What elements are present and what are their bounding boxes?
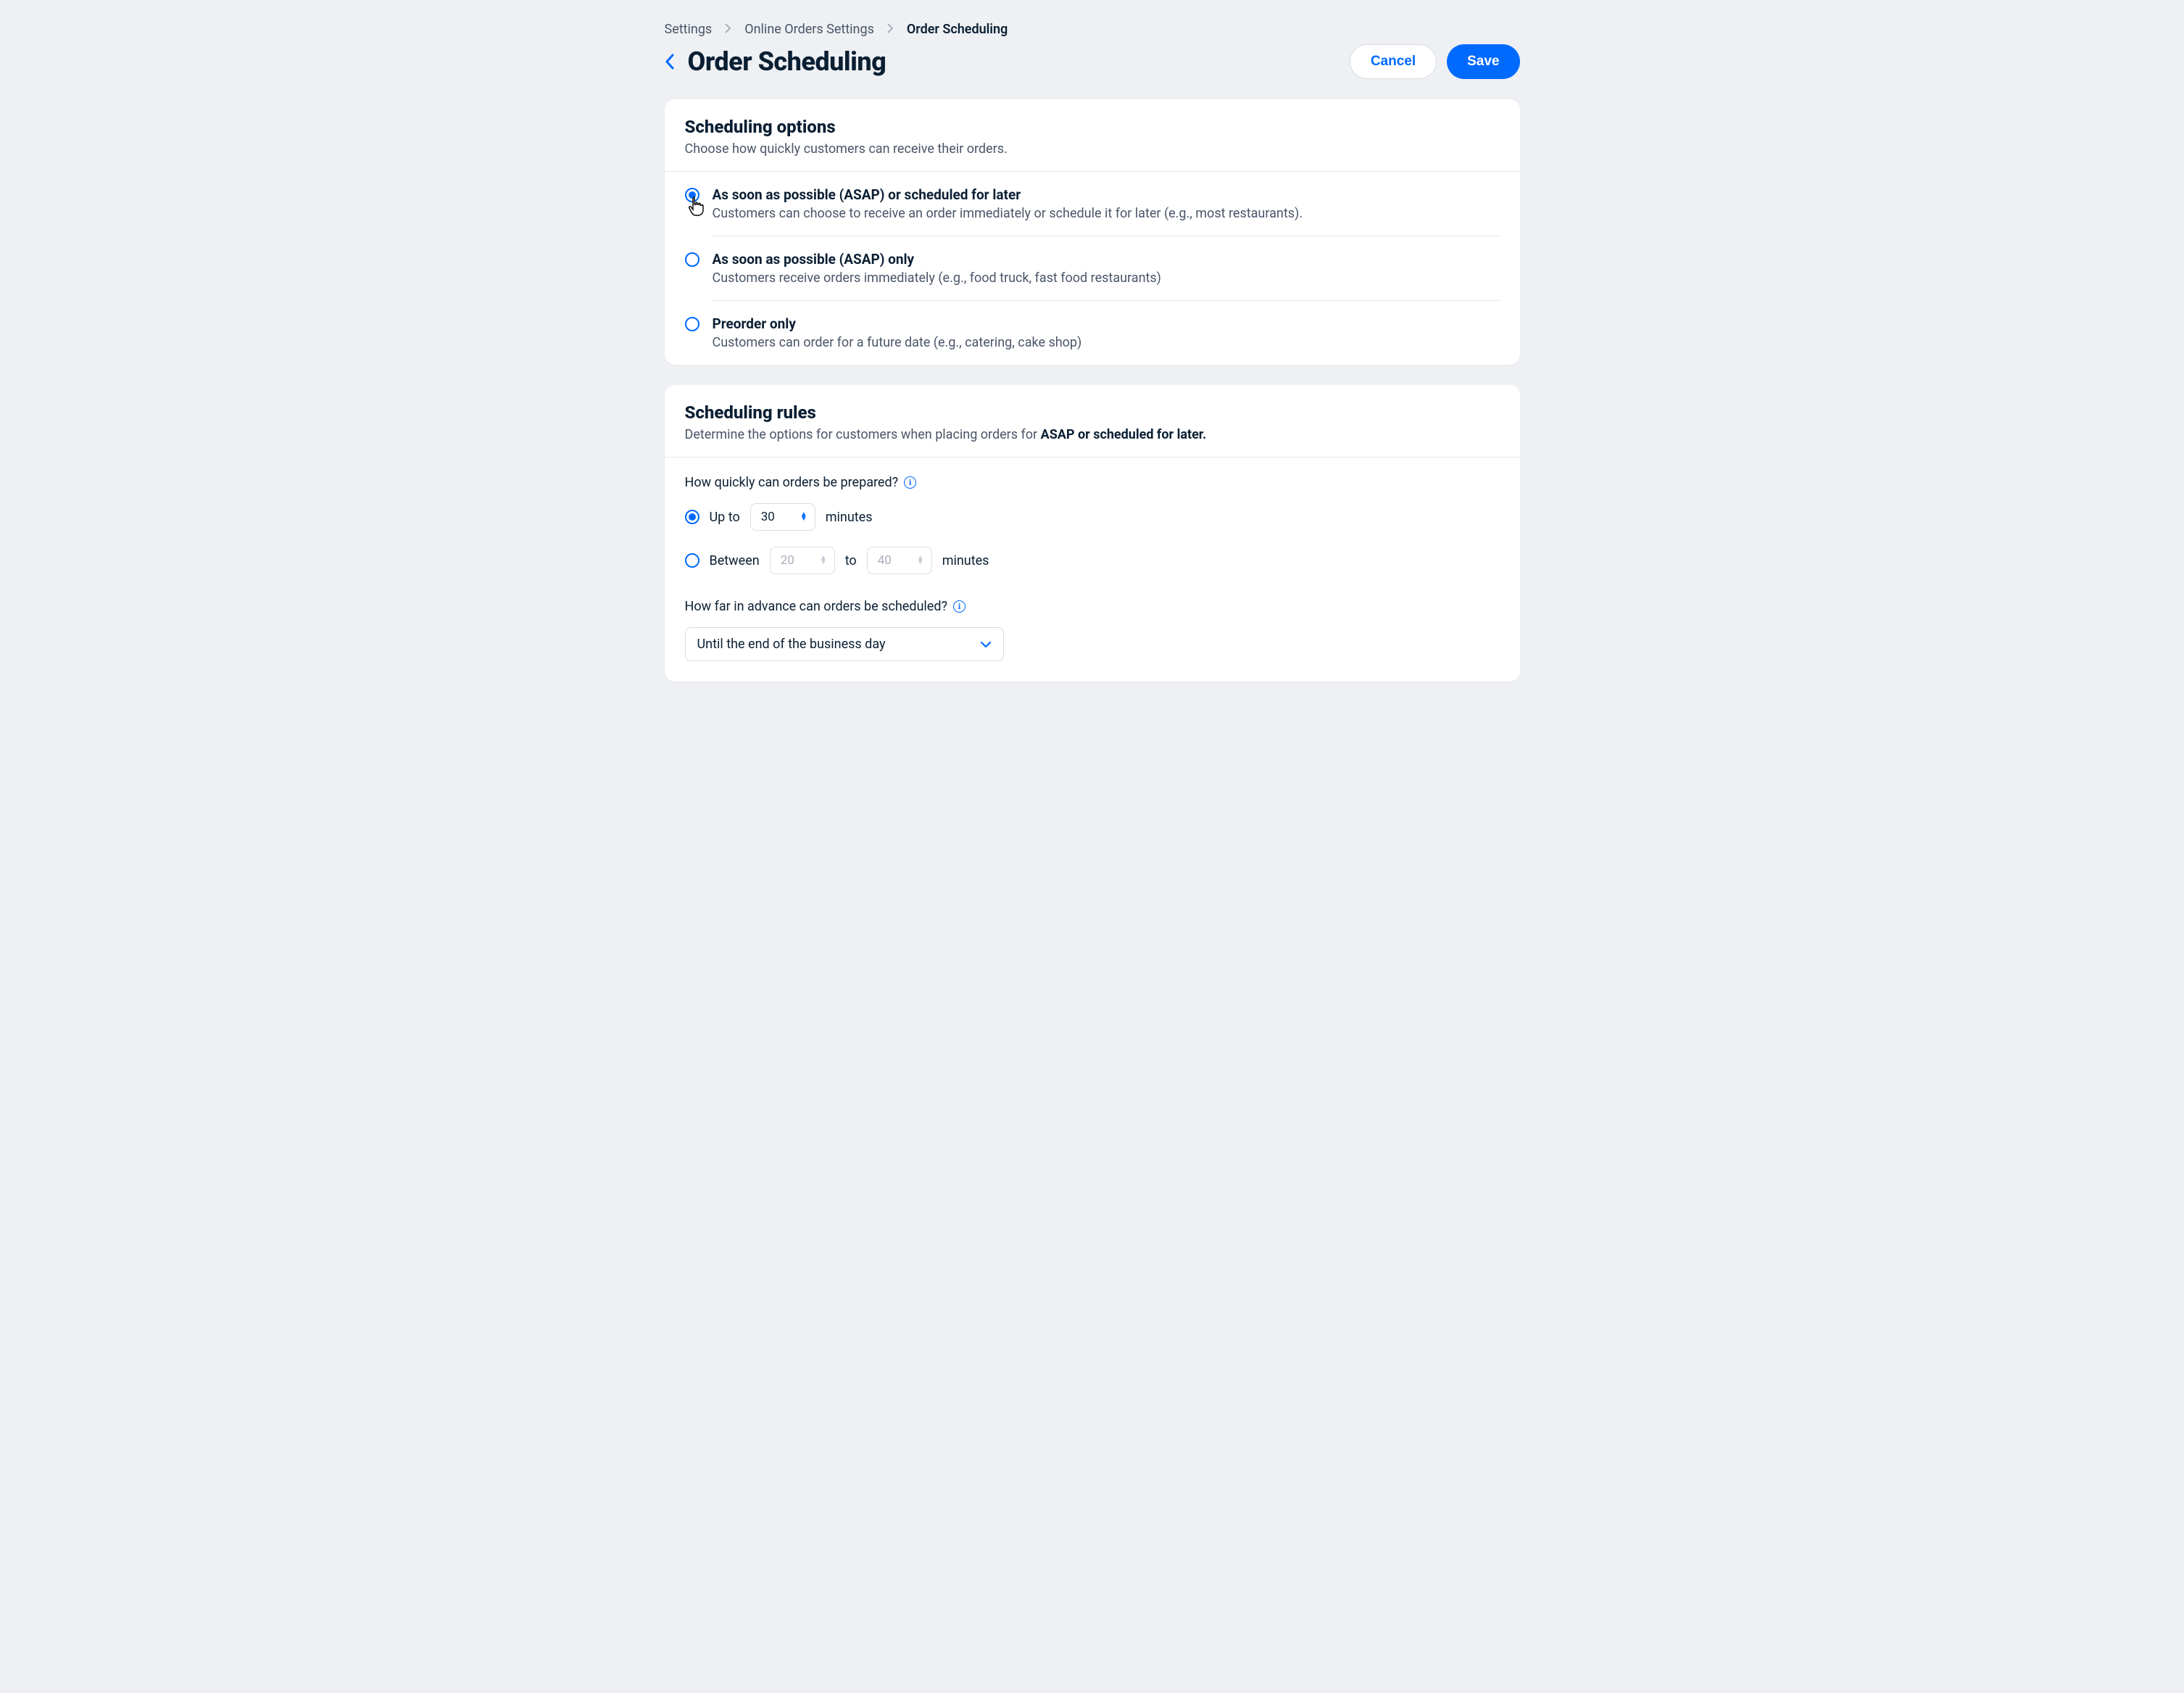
stepper-arrows-icon[interactable]: ▲▼ xyxy=(820,556,827,565)
upto-minutes-stepper[interactable]: 30 ▲▼ xyxy=(750,503,815,531)
cancel-button[interactable]: Cancel xyxy=(1350,44,1437,79)
breadcrumb-item[interactable]: Settings xyxy=(665,22,713,37)
back-icon[interactable] xyxy=(665,54,675,70)
breadcrumb: Settings Online Orders Settings Order Sc… xyxy=(665,22,1520,37)
section-subtitle: Choose how quickly customers can receive… xyxy=(685,141,1500,157)
option-title: As soon as possible (ASAP) or scheduled … xyxy=(713,186,1500,203)
info-icon[interactable]: i xyxy=(904,476,916,489)
option-title: As soon as possible (ASAP) only xyxy=(713,251,1500,268)
between-to-stepper[interactable]: 40 ▲▼ xyxy=(867,547,932,574)
stepper-arrows-icon[interactable]: ▲▼ xyxy=(800,513,807,521)
chevron-right-icon xyxy=(725,22,731,37)
prep-upto-row[interactable]: Up to 30 ▲▼ minutes xyxy=(685,503,1500,531)
upto-label: Up to xyxy=(710,510,740,525)
option-desc: Customers can order for a future date (e… xyxy=(713,335,1500,350)
minutes-label: minutes xyxy=(942,553,989,568)
section-subtitle: Determine the options for customers when… xyxy=(685,427,1500,442)
between-from-stepper[interactable]: 20 ▲▼ xyxy=(770,547,835,574)
option-asap-only[interactable]: As soon as possible (ASAP) only Customer… xyxy=(665,236,1520,301)
breadcrumb-current: Order Scheduling xyxy=(907,22,1008,37)
advance-question: How far in advance can orders be schedul… xyxy=(685,599,1500,614)
option-desc: Customers receive orders immediately (e.… xyxy=(713,270,1500,286)
radio-input[interactable] xyxy=(685,252,699,267)
info-icon[interactable]: i xyxy=(953,600,966,613)
radio-input[interactable] xyxy=(685,553,699,568)
radio-input[interactable] xyxy=(685,510,699,524)
minutes-label: minutes xyxy=(826,510,873,525)
radio-input[interactable] xyxy=(685,317,699,331)
option-preorder-only[interactable]: Preorder only Customers can order for a … xyxy=(665,301,1520,365)
section-title: Scheduling options xyxy=(685,117,1500,137)
prep-between-row[interactable]: Between 20 ▲▼ to 40 ▲▼ minutes xyxy=(685,547,1500,574)
option-title: Preorder only xyxy=(713,315,1500,332)
stepper-arrows-icon[interactable]: ▲▼ xyxy=(917,556,924,565)
prep-time-question: How quickly can orders be prepared? i xyxy=(685,475,1500,490)
scheduling-rules-card: Scheduling rules Determine the options f… xyxy=(665,385,1520,682)
option-asap-or-scheduled[interactable]: As soon as possible (ASAP) or scheduled … xyxy=(665,172,1520,236)
pointer-cursor-icon xyxy=(688,196,705,220)
chevron-down-icon xyxy=(980,637,992,652)
option-desc: Customers can choose to receive an order… xyxy=(713,206,1500,221)
breadcrumb-item[interactable]: Online Orders Settings xyxy=(744,22,874,37)
section-title: Scheduling rules xyxy=(685,402,1500,423)
radio-input[interactable] xyxy=(685,188,699,202)
advance-select[interactable]: Until the end of the business day xyxy=(685,627,1004,661)
page-title: Order Scheduling xyxy=(688,46,887,77)
save-button[interactable]: Save xyxy=(1447,44,1519,79)
chevron-right-icon xyxy=(887,22,894,37)
scheduling-options-card: Scheduling options Choose how quickly cu… xyxy=(665,99,1520,365)
to-label: to xyxy=(845,553,857,568)
between-label: Between xyxy=(710,553,760,568)
